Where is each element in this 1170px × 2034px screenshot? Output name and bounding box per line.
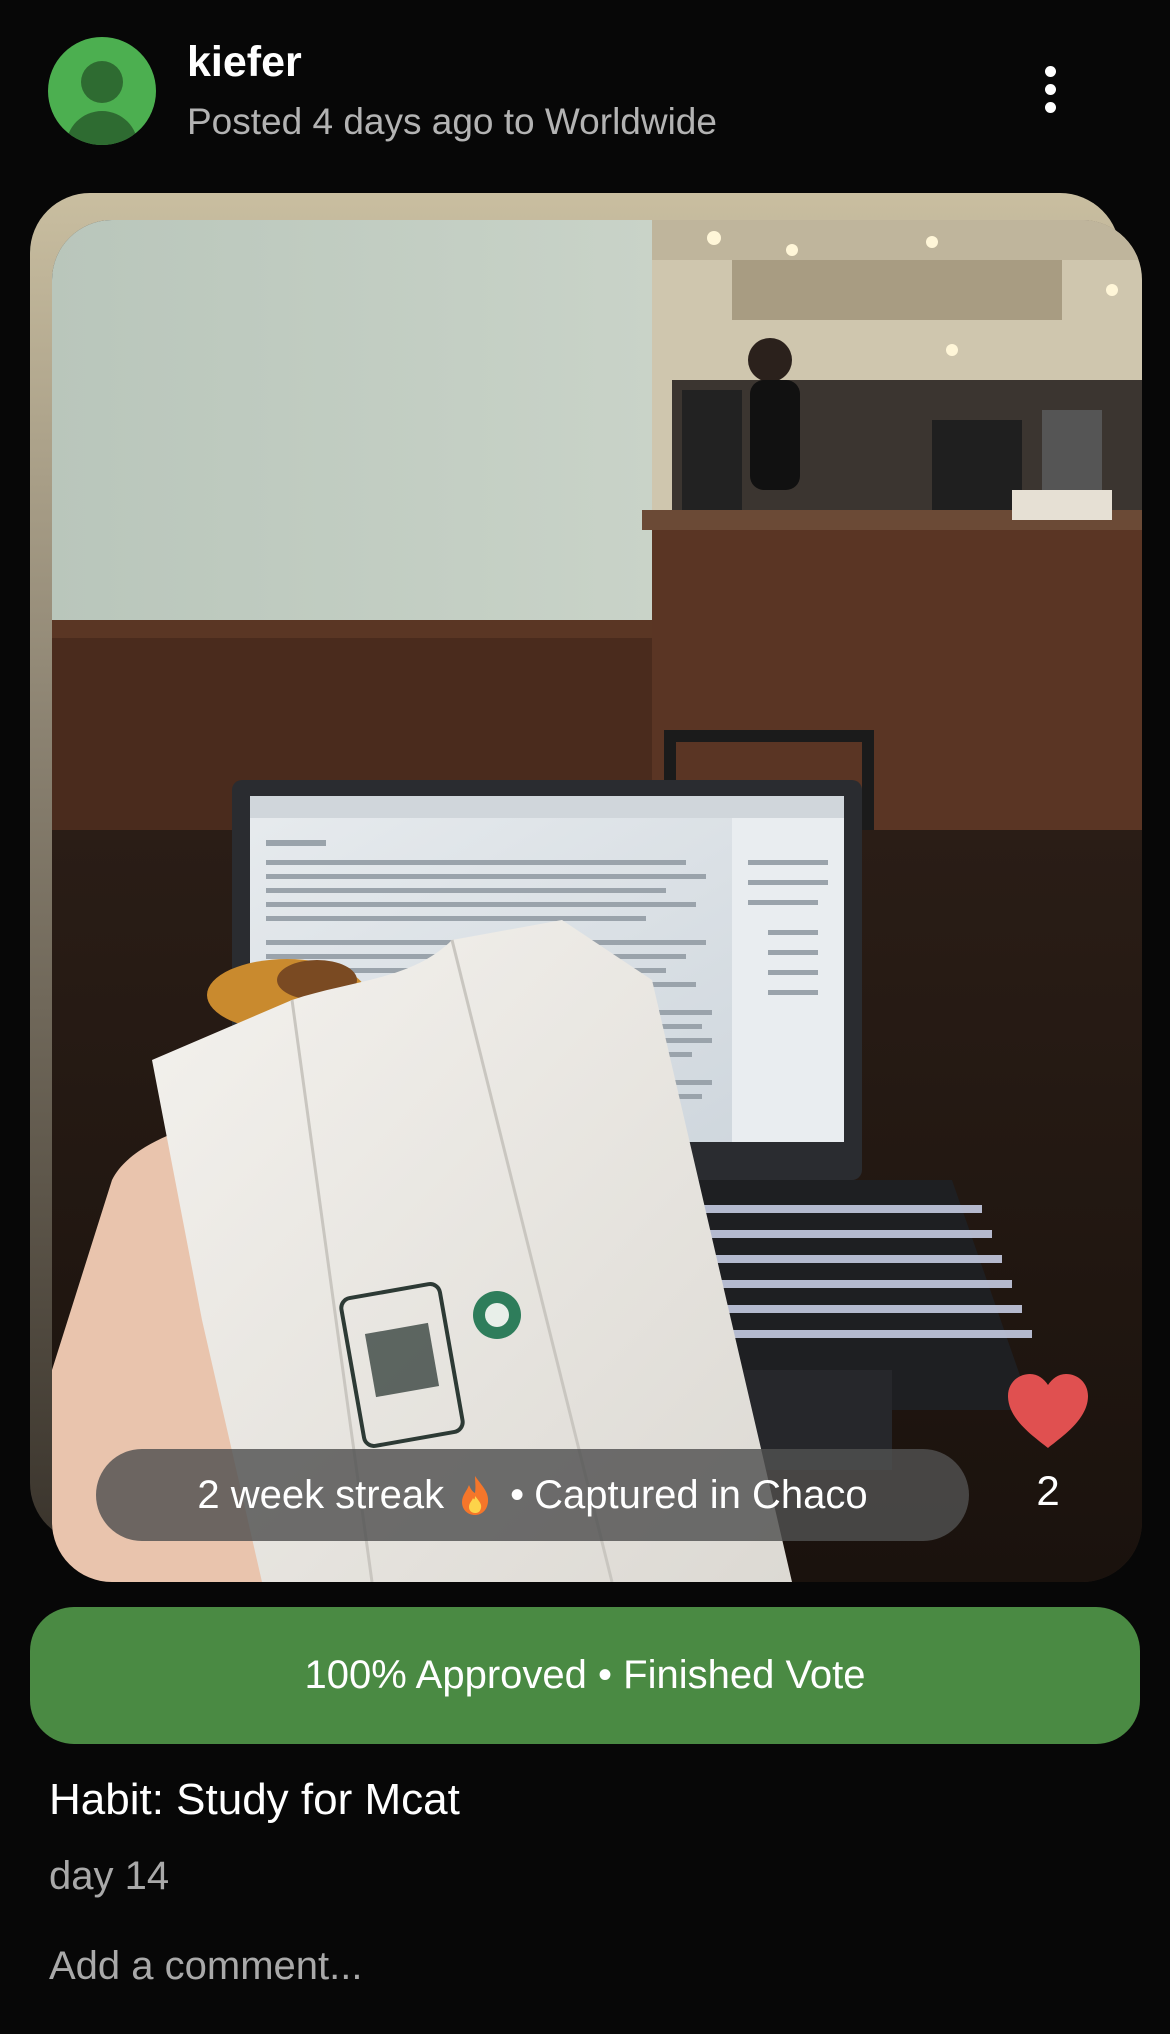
separator-dot: • — [510, 1472, 525, 1517]
comment-input[interactable] — [49, 1936, 1119, 1996]
photo-illustration — [52, 220, 1142, 1582]
post-header: kiefer Posted 4 days ago to Worldwide — [0, 0, 1170, 180]
streak-pill: 2 week streak • Captured in Chaco — [96, 1449, 969, 1541]
location-text: Captured in Chaco — [534, 1472, 868, 1517]
streak-text: 2 week streak — [197, 1472, 445, 1517]
fire-icon — [462, 1476, 489, 1515]
more-vertical-icon[interactable] — [1030, 62, 1070, 118]
heart-icon[interactable] — [1006, 1372, 1090, 1450]
habit-day: day 14 — [49, 1854, 170, 1898]
vote-status-button[interactable]: 100% Approved • Finished Vote — [30, 1607, 1140, 1744]
vote-status-label: 100% Approved • Finished Vote — [304, 1653, 866, 1697]
username[interactable]: kiefer — [187, 36, 302, 88]
post-photo[interactable] — [52, 220, 1142, 1582]
habit-title: Habit: Study for Mcat — [49, 1775, 460, 1824]
user-avatar-icon[interactable] — [48, 37, 156, 145]
post-meta: Posted 4 days ago to Worldwide — [187, 101, 717, 142]
like-count: 2 — [1036, 1467, 1060, 1514]
